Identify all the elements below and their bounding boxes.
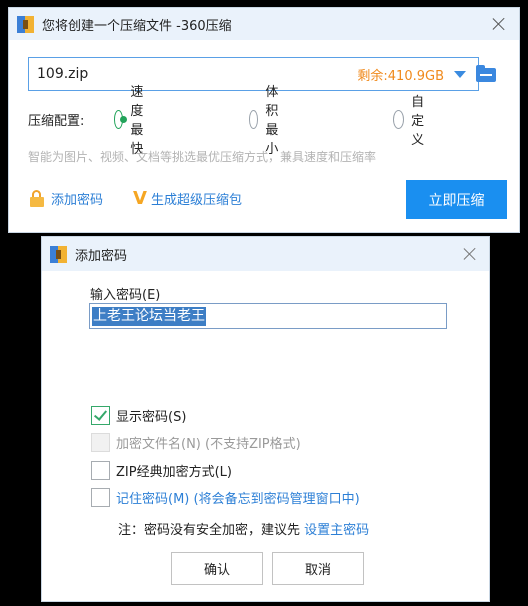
add-password-label[interactable]: 添加密码 <box>51 189 103 208</box>
super-pack-link[interactable]: V 生成超级压缩包 <box>133 188 242 209</box>
password-value[interactable]: 上老王论坛当老王 <box>92 307 206 326</box>
super-pack-label[interactable]: 生成超级压缩包 <box>151 189 242 208</box>
compress-window: 您将创建一个压缩文件 -360压缩 109.zip 剩余:410.9GB 压缩配… <box>8 7 520 233</box>
radio-smallest-label: 体积最小 <box>265 85 279 157</box>
radio-circle[interactable] <box>249 109 259 129</box>
archive-file-name[interactable]: 109.zip <box>37 66 357 82</box>
encrypt-filename-checkbox <box>91 433 110 452</box>
cancel-button[interactable]: 取消 <box>272 552 364 585</box>
archive-icon <box>17 15 34 33</box>
remember-password-label[interactable]: 记住密码(M) (将会备忘到密码管理窗口中) <box>116 488 360 507</box>
show-password-checkbox[interactable] <box>91 406 110 425</box>
remember-password-checkbox[interactable] <box>91 488 110 507</box>
security-note: 注：密码没有安全加密，建议先 设置主密码 <box>118 519 369 538</box>
password-dialog: 添加密码 输入密码(E) 上老王论坛当老王 显示密码(S) 加密文件名(N) (… <box>41 236 490 602</box>
radio-custom-label: 自定义 <box>411 94 425 148</box>
show-password-label[interactable]: 显示密码(S) <box>116 406 186 425</box>
radio-fastest-label: 速度最快 <box>130 85 144 157</box>
radio-circle[interactable] <box>114 109 128 129</box>
compress-now-button[interactable]: 立即压缩 <box>406 180 507 219</box>
zip-classic-checkbox[interactable] <box>91 461 110 480</box>
v-badge-icon: V <box>133 188 147 209</box>
archive-icon <box>50 245 67 263</box>
radio-smallest[interactable]: 体积最小 <box>249 81 288 157</box>
folder-icon[interactable] <box>476 65 496 82</box>
zip-classic-option[interactable]: ZIP经典加密方式(L) <box>91 461 232 480</box>
close-icon[interactable] <box>462 246 478 262</box>
compress-config-label: 压缩配置: <box>28 113 85 129</box>
password-dialog-title: 添加密码 <box>75 248 128 264</box>
password-dialog-titlebar: 添加密码 <box>42 237 489 271</box>
show-password-option[interactable]: 显示密码(S) <box>91 406 186 425</box>
encrypt-filename-option: 加密文件名(N) (不支持ZIP格式) <box>91 433 301 452</box>
confirm-button[interactable]: 确认 <box>171 552 263 585</box>
radio-circle[interactable] <box>393 109 405 129</box>
zip-classic-label[interactable]: ZIP经典加密方式(L) <box>116 461 232 480</box>
security-note-text: 注：密码没有安全加密，建议先 <box>118 523 305 538</box>
set-master-password-link[interactable]: 设置主密码 <box>304 523 369 538</box>
radio-fastest[interactable]: 速度最快 <box>114 81 153 157</box>
radio-custom[interactable]: 自定义 <box>393 91 432 148</box>
password-input-label: 输入密码(E) <box>90 288 161 303</box>
password-input[interactable]: 上老王论坛当老王 <box>89 303 447 329</box>
lock-icon <box>30 190 46 207</box>
chevron-down-icon[interactable] <box>454 70 466 78</box>
free-space-label: 剩余:410.9GB <box>357 68 444 84</box>
compress-config-row: 压缩配置: 速度最快 体积最小 自定义 <box>28 85 424 157</box>
compress-hint-text: 智能为图片、视频、文档等挑选最优压缩方式，兼具速度和压缩率 <box>28 150 377 164</box>
close-icon[interactable] <box>491 16 507 32</box>
compress-window-title: 您将创建一个压缩文件 -360压缩 <box>42 18 232 34</box>
add-password-link[interactable]: 添加密码 <box>30 189 103 208</box>
compress-window-titlebar: 您将创建一个压缩文件 -360压缩 <box>9 8 519 40</box>
remember-password-option[interactable]: 记住密码(M) (将会备忘到密码管理窗口中) <box>91 488 360 507</box>
encrypt-filename-label: 加密文件名(N) (不支持ZIP格式) <box>116 437 301 452</box>
